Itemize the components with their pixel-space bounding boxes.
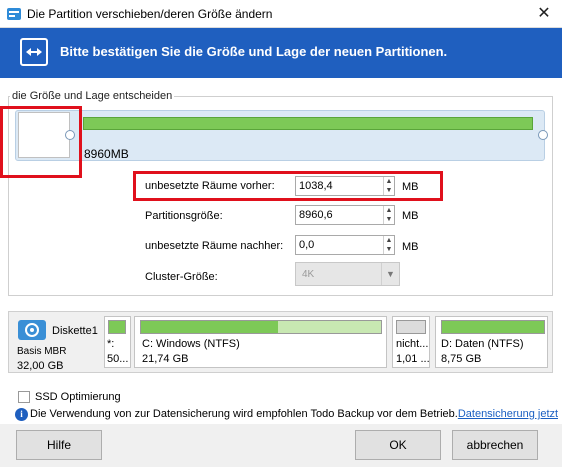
segment-name: C: Windows (NTFS) [142,338,240,350]
segment-name: *: [107,338,115,350]
group-legend: die Größe und Lage entscheiden [10,90,175,102]
backup-now-link[interactable]: Datensicherung jetzt [458,408,558,420]
segment-usage-bar [396,320,426,334]
after-input[interactable]: 0,0 ▲ ▼ [295,235,395,255]
title-bar: Die Partition verschieben/deren Größe än… [0,0,562,28]
spin-arrows-icon[interactable]: ▲ ▼ [383,236,394,254]
segment-size: 21,74 GB [142,353,189,365]
info-icon: i [15,408,28,421]
highlight-unallocated [0,106,82,178]
disk-icon [18,320,46,340]
partition-bar[interactable] [83,117,533,130]
segment-name: nicht... [396,338,429,350]
before-input[interactable]: 1038,4 ▲ ▼ [295,176,395,196]
chevron-down-icon: ▼ [381,263,399,285]
partition-app-icon [7,8,21,20]
disk-name: Diskette1 [52,325,98,337]
segment-size: 1,01 ... [396,353,429,365]
cluster-size-label: Cluster-Größe: [145,271,218,283]
disk-size: 32,00 GB [17,360,64,372]
disk-type: Basis MBR [17,346,67,357]
spin-arrows-icon[interactable]: ▲ ▼ [383,206,394,224]
help-button[interactable]: Hilfe [16,430,102,460]
partition-size-input[interactable]: 8960,6 ▲ ▼ [295,205,395,225]
cluster-size-select: 4K ▼ [295,262,400,286]
segment-size: 8,75 GB [441,353,482,365]
ok-button[interactable]: OK [355,430,441,460]
cancel-button[interactable]: abbrechen [452,430,538,460]
instruction-banner: Bitte bestätigen Sie die Größe und Lage … [0,28,562,78]
backup-info-text: Die Verwendung von zur Datensicherung wi… [30,408,559,420]
unit-label: MB [402,210,419,222]
partition-size-label: 8960MB [84,147,129,161]
partition-size-field-label: Partitionsgröße: [145,210,223,222]
window-title: Die Partition verschieben/deren Größe än… [27,7,273,21]
banner-text: Bitte bestätigen Sie die Größe und Lage … [60,44,448,59]
close-icon[interactable]: ✕ [526,0,562,28]
unit-label: MB [402,241,419,253]
spin-arrows-icon[interactable]: ▲ ▼ [383,177,394,195]
unit-label: MB [402,181,419,193]
after-label: unbesetzte Räume nachher: [145,240,284,252]
segment-name: D: Daten (NTFS) [441,338,524,350]
segment-size: 50... [107,353,129,365]
ssd-optimization-checkbox[interactable] [18,391,30,403]
segment-usage-bar [441,320,545,334]
ssd-optimization-label: SSD Optimierung [35,391,121,403]
right-resize-handle[interactable] [538,130,548,140]
resize-arrows-icon [20,38,48,66]
segment-usage-bar [108,320,126,334]
before-label: unbesetzte Räume vorher: [145,180,275,192]
segment-usage-bar [140,320,382,334]
